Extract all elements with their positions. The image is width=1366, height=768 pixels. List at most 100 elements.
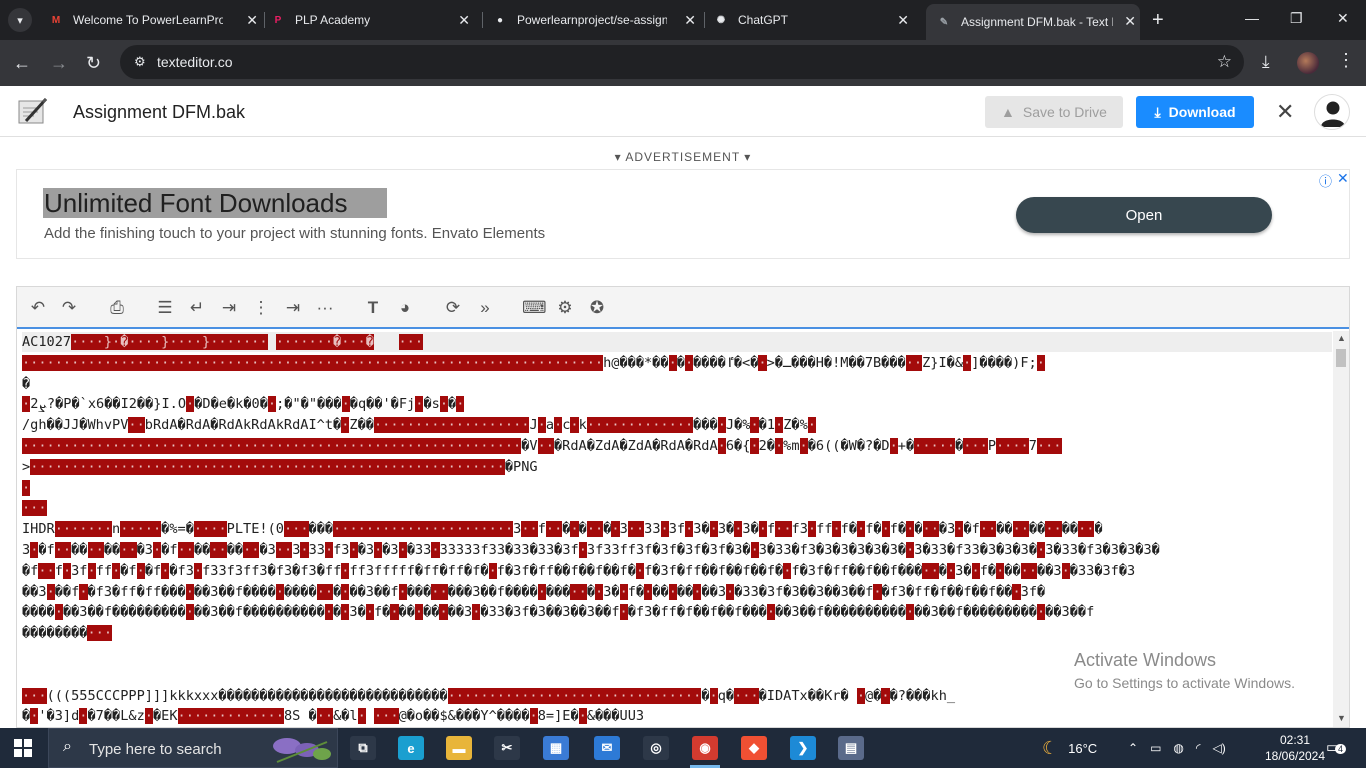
control-char-run: · (595, 583, 604, 600)
expand-icon[interactable]: » (474, 297, 496, 319)
editor-line[interactable]: 3·�f··��··��··�3·�f··��··��··�3··3·33·f3… (22, 540, 1332, 560)
ad-banner[interactable]: Unlimited Font Downloads Add the finishi… (16, 169, 1350, 259)
control-char-run: ·· (521, 521, 538, 538)
tab-search-button[interactable]: ▾ (8, 8, 32, 32)
search-app-icon[interactable]: ◎ (643, 736, 669, 760)
close-document-icon[interactable]: ✕ (1276, 99, 1294, 125)
close-window-icon[interactable]: ✕ (1337, 10, 1349, 27)
editor-line[interactable]: ········································… (22, 353, 1332, 373)
close-tab-icon[interactable]: ✕ (246, 12, 258, 29)
tab-icon[interactable]: ⇥ (282, 297, 304, 319)
git-icon[interactable]: ◆ (741, 736, 767, 760)
close-tab-icon[interactable]: ✕ (684, 12, 696, 29)
vscode-icon[interactable]: ❯ (790, 736, 816, 760)
minimize-icon[interactable]: — (1245, 10, 1259, 26)
restore-icon[interactable]: ❐ (1290, 10, 1303, 27)
about-icon[interactable]: ✪ (586, 297, 608, 319)
wifi-icon[interactable]: ◜ (1196, 741, 1201, 755)
bookmark-star-icon[interactable]: ☆ (1217, 52, 1232, 72)
ad-subtitle[interactable]: Add the finishing touch to your project … (44, 225, 545, 242)
user-avatar[interactable] (1314, 94, 1350, 130)
file-explorer-icon[interactable]: ▬ (446, 736, 472, 760)
editor-line[interactable]: IHDR·······n·····�%=�····PLTE!(0···���··… (22, 519, 1332, 539)
editor-line[interactable]: ��3·��f·�f3�ff�ff���·��3��f����·����··�·… (22, 582, 1332, 602)
omnibox[interactable]: ⚙ texteditor.co ☆ (120, 45, 1244, 79)
ad-title[interactable]: Unlimited Font Downloads (44, 188, 347, 219)
editor-line[interactable]: ·2ܨ?�P�`x6��I2��}I.O·�D�e�k�0�·;�"�"���·… (22, 394, 1332, 414)
taskbar-search[interactable]: ⌕ Type here to search (48, 728, 338, 768)
store-icon[interactable]: ▦ (543, 736, 569, 760)
line-numbers-icon[interactable]: ☰ (154, 297, 176, 319)
tab-texteditor-active[interactable]: ✎ Assignment DFM.bak - Text E ✕ (926, 4, 1140, 40)
download-button[interactable]: ⤓ Download (1136, 96, 1254, 128)
undo-icon[interactable]: ↶ (27, 297, 49, 319)
control-char-run: ·· (922, 562, 939, 579)
notification-center-icon[interactable]: ▭ 4 (1326, 738, 1347, 758)
indent-icon[interactable]: ⇥ (218, 297, 240, 319)
windows-start-icon[interactable] (14, 739, 32, 757)
control-char-run: ······················ (333, 521, 514, 538)
volume-icon[interactable]: ◁) (1213, 741, 1226, 755)
reload-icon[interactable]: ↻ (86, 53, 101, 74)
control-char-run: · (889, 438, 898, 454)
print-icon[interactable]: ⎙ (106, 297, 128, 319)
document-title[interactable]: Assignment DFM.bak (73, 102, 245, 123)
scroll-thumb[interactable] (1336, 349, 1346, 367)
whitespace-icon[interactable]: ⋮ (250, 297, 272, 319)
tab-github[interactable]: ● Powerlearnproject/se-assign ✕ (492, 6, 700, 34)
tab-gmail[interactable]: M Welcome To PowerLearnProj ✕ (48, 6, 262, 34)
forward-icon[interactable]: → (50, 53, 68, 74)
scroll-down-icon[interactable]: ▼ (1337, 713, 1346, 723)
tab-plp-academy[interactable]: P PLP Academy ✕ (270, 6, 474, 34)
ad-open-button[interactable]: Open (1016, 197, 1272, 233)
close-tab-icon[interactable]: ✕ (458, 12, 470, 29)
text-run: ���� (22, 604, 55, 621)
new-tab-button[interactable]: + (1152, 9, 1164, 32)
more-icon[interactable]: ··· (314, 297, 336, 319)
pin-icon[interactable]: ✂ (494, 736, 520, 760)
keyboard-icon[interactable]: ⌨ (522, 297, 547, 319)
ad-info-icon[interactable]: ⓘ (1319, 171, 1332, 190)
browser-menu-icon[interactable]: ⋮ (1337, 50, 1355, 71)
url-text[interactable]: texteditor.co (157, 54, 233, 70)
taskview-icon[interactable]: ⧉ (350, 736, 376, 760)
find-replace-icon[interactable]: ⟳ (442, 297, 464, 319)
tab-chatgpt[interactable]: ✺ ChatGPT ✕ (713, 6, 913, 34)
save-to-drive-button[interactable]: ▲ Save to Drive (985, 96, 1123, 128)
app-icon[interactable]: ▤ (838, 736, 864, 760)
back-icon[interactable]: ← (13, 53, 31, 74)
site-info-icon[interactable]: ⚙ (134, 54, 150, 70)
battery-icon[interactable]: ▭ (1150, 741, 1161, 755)
editor-line[interactable]: �f··f·3f·ff·�f·�f·�f3·f33f3ff3�f3�f3�ff·… (22, 561, 1332, 581)
profile-avatar[interactable] (1297, 52, 1319, 74)
scroll-up-icon[interactable]: ▲ (1337, 333, 1346, 343)
weather-widget[interactable]: ☾ 16°C (1042, 728, 1097, 768)
editor-line[interactable]: /gh��JJ�WhvPV··bRdA�RdA�RdAkRdAkRdAI^t�·… (22, 415, 1332, 435)
chrome-icon[interactable]: ◉ (692, 736, 718, 760)
editor-line[interactable]: ··· (22, 498, 1332, 518)
editor-line[interactable]: ����·��3��f���������·��3��f����������·�·… (22, 602, 1332, 622)
editor-line[interactable]: �·'�3]d·�7��L&z·�EK·············8S �··&�… (22, 706, 1332, 726)
editor-line[interactable]: ��������··· (22, 623, 1332, 643)
clock[interactable]: 02:31 18/06/2024 (1255, 732, 1335, 764)
editor-line[interactable]: ········································… (22, 436, 1332, 456)
theme-icon[interactable]: ◕ (394, 297, 416, 319)
text-run: /gh��JJ�WhvPV (22, 417, 129, 434)
tray-chevron-icon[interactable]: ⌃ (1128, 741, 1138, 755)
editor-line[interactable]: >·······································… (22, 457, 1332, 477)
font-size-icon[interactable]: T (362, 297, 384, 319)
meet-icon[interactable]: ◍ (1173, 741, 1183, 755)
ad-close-icon[interactable]: ✕ (1337, 170, 1349, 187)
redo-icon[interactable]: ↷ (58, 297, 80, 319)
mail-icon[interactable]: ✉ (594, 736, 620, 760)
editor-scrollbar[interactable]: ▲ ▼ (1333, 331, 1349, 727)
edge-icon[interactable]: e (398, 736, 424, 760)
settings-icon[interactable]: ⚙ (554, 297, 576, 319)
word-wrap-icon[interactable]: ↵ (186, 297, 208, 319)
editor-line[interactable]: AC1027····}·�····}····}······· ·······�·… (22, 332, 1332, 352)
editor-line[interactable]: � (22, 374, 1332, 394)
close-tab-icon[interactable]: ✕ (897, 12, 909, 29)
close-tab-icon[interactable]: ✕ (1124, 13, 1136, 30)
downloads-icon[interactable]: ⤓ (1262, 52, 1270, 72)
editor-line[interactable]: · (22, 478, 1332, 498)
